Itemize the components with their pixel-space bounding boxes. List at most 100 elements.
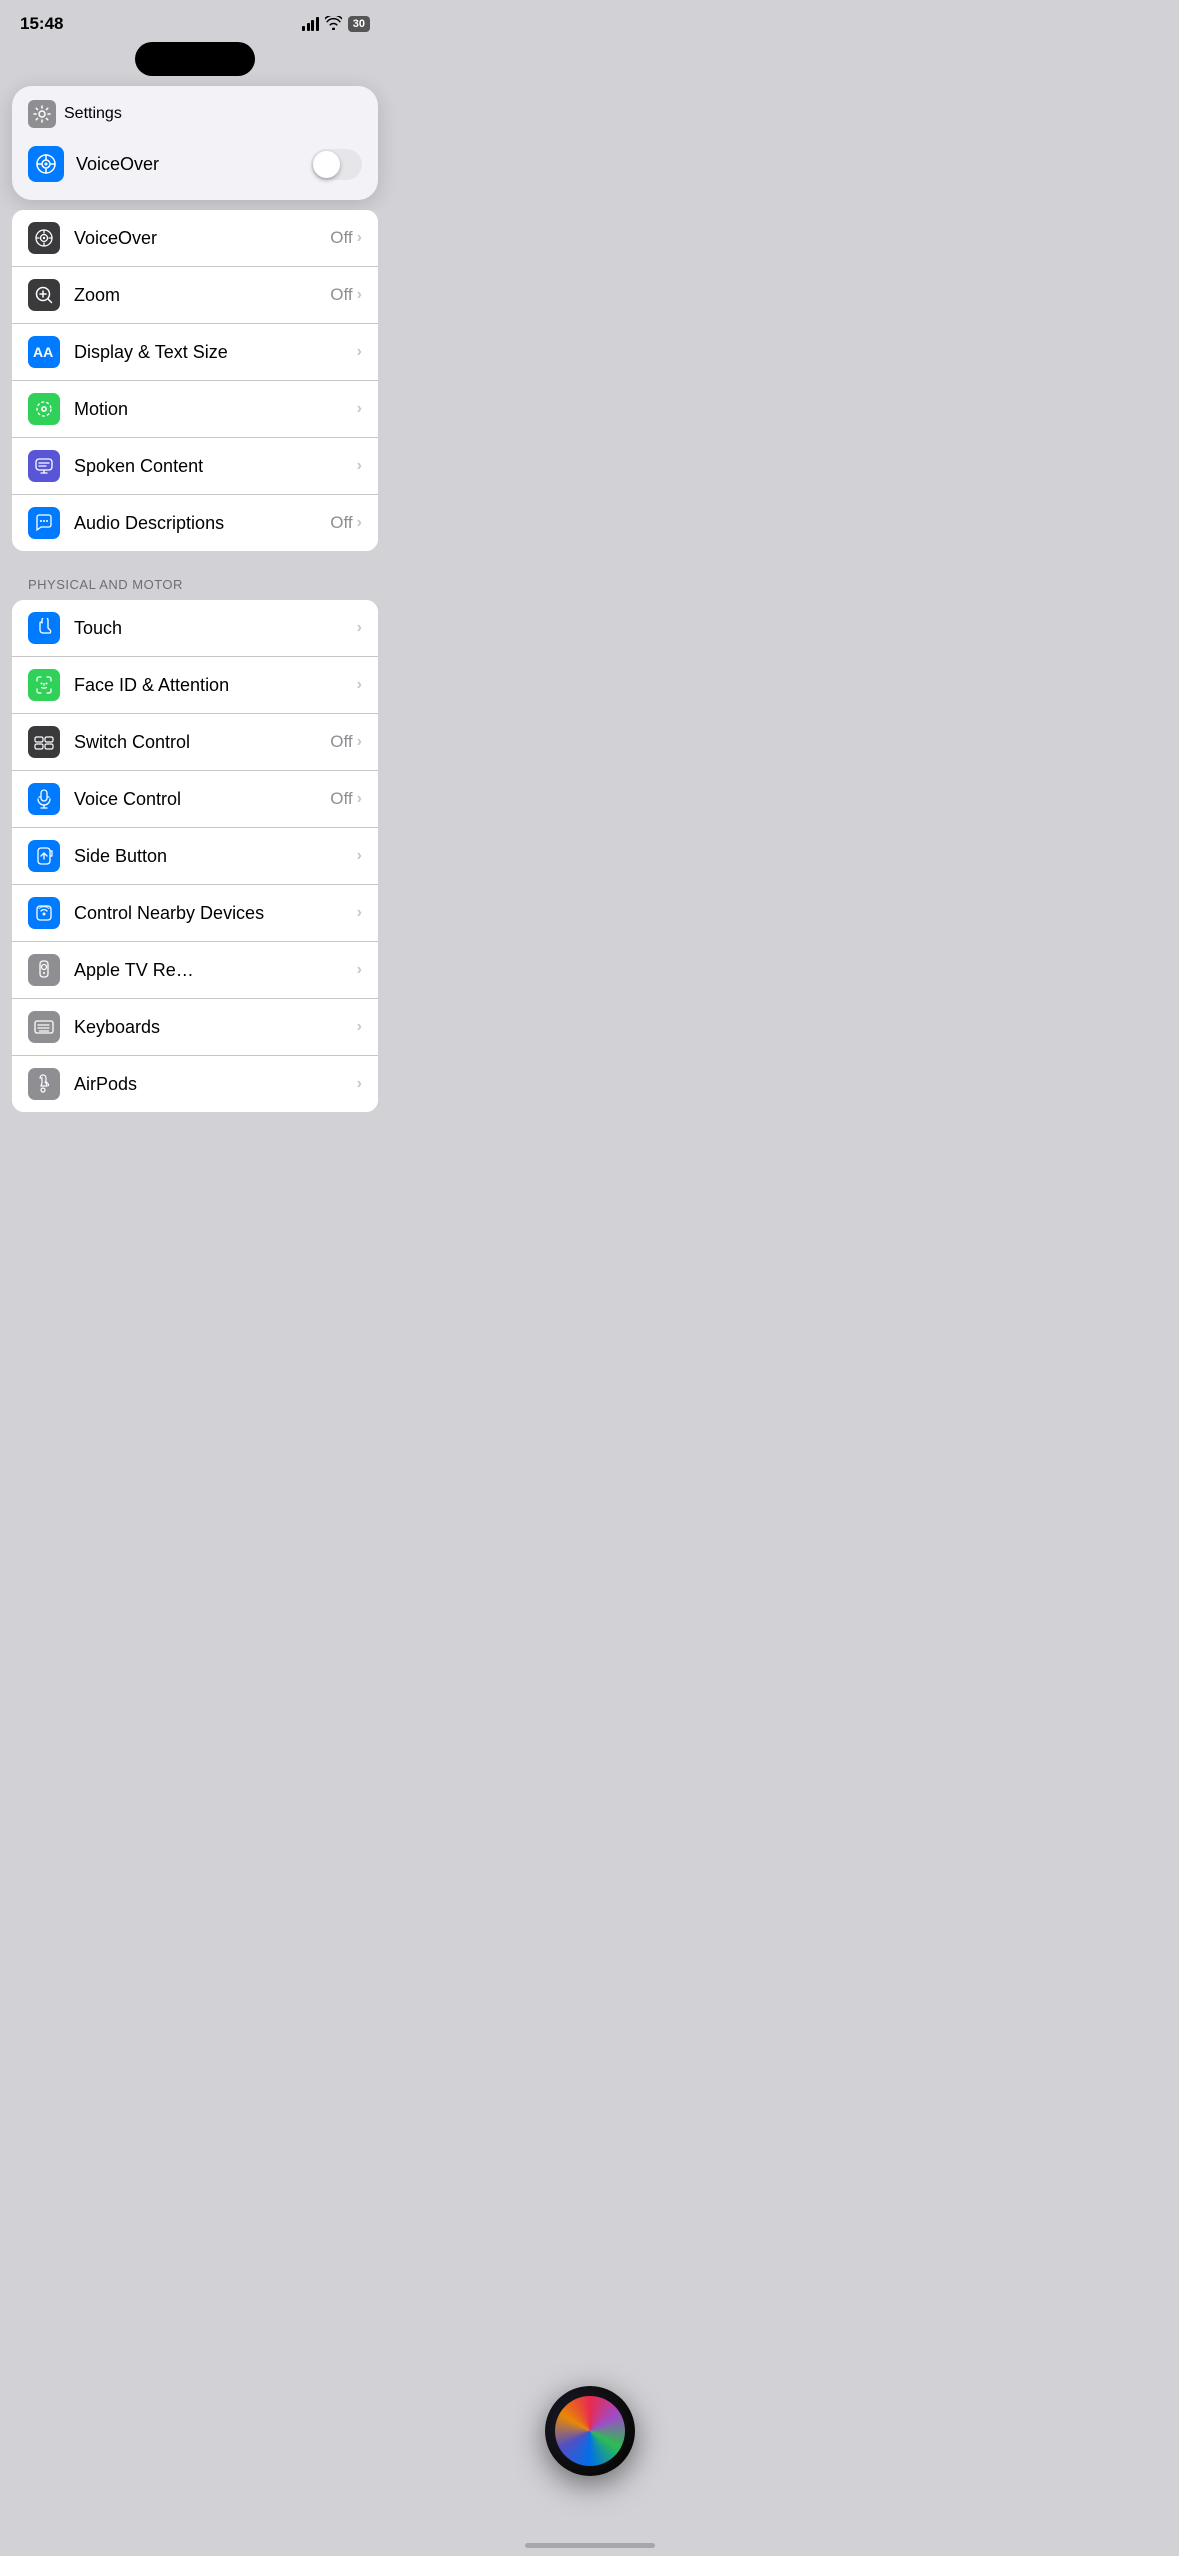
voice-control-icon xyxy=(28,783,60,815)
control-nearby-item-label: Control Nearby Devices xyxy=(74,903,264,924)
apple-tv-item-content: Apple TV Re… › xyxy=(74,960,362,981)
motion-item-content: Motion › xyxy=(74,399,362,420)
vision-section-card: VoiceOver Off › Zoom Off › xyxy=(12,210,378,551)
toggle-knob xyxy=(313,151,340,178)
touch-item-label: Touch xyxy=(74,618,122,639)
motion-chevron: › xyxy=(357,400,362,418)
list-item-touch[interactable]: Touch › xyxy=(12,600,378,657)
settings-header: Settings xyxy=(28,100,362,128)
audio-descriptions-item-value: Off xyxy=(330,513,352,533)
siri-orb[interactable] xyxy=(545,2386,635,2476)
airpods-icon xyxy=(28,1068,60,1100)
airpods-chevron: › xyxy=(357,1075,362,1093)
physical-motor-section-card: Touch › Face ID & Attention xyxy=(12,600,378,1112)
keyboards-item-label: Keyboards xyxy=(74,1017,160,1038)
dynamic-island xyxy=(135,42,255,76)
list-item-switch-control[interactable]: Switch Control Off › xyxy=(12,714,378,771)
side-button-icon xyxy=(28,840,60,872)
side-button-item-content: Side Button › xyxy=(74,846,362,867)
touch-chevron: › xyxy=(357,619,362,637)
voiceover-toggle[interactable] xyxy=(311,149,362,180)
zoom-chevron: › xyxy=(357,286,362,304)
voiceover-list-icon xyxy=(28,222,60,254)
voiceover-item-value: Off xyxy=(330,228,352,248)
audio-descriptions-icon xyxy=(28,507,60,539)
voice-control-item-right: Off › xyxy=(330,789,362,809)
airpods-item-label: AirPods xyxy=(74,1074,137,1095)
apple-tv-item-label: Apple TV Re… xyxy=(74,960,194,981)
battery-icon: 30 xyxy=(348,16,370,32)
list-item-motion[interactable]: Motion › xyxy=(12,381,378,438)
switch-control-item-content: Switch Control Off › xyxy=(74,732,362,753)
voiceover-item-right: Off › xyxy=(330,228,362,248)
voice-control-item-label: Voice Control xyxy=(74,789,181,810)
switch-control-item-right: Off › xyxy=(330,732,362,752)
voiceover-item-content: VoiceOver Off › xyxy=(74,228,362,249)
display-text-icon: AA xyxy=(28,336,60,368)
audio-descriptions-chevron: › xyxy=(357,514,362,532)
face-id-icon xyxy=(28,669,60,701)
voiceover-popup-row[interactable]: VoiceOver xyxy=(28,142,362,186)
motion-icon xyxy=(28,393,60,425)
list-item-keyboards[interactable]: Keyboards › xyxy=(12,999,378,1056)
signal-icon xyxy=(302,17,319,31)
touch-item-content: Touch › xyxy=(74,618,362,639)
list-item-voice-control[interactable]: Voice Control Off › xyxy=(12,771,378,828)
zoom-item-right: Off › xyxy=(330,285,362,305)
settings-gear-icon xyxy=(28,100,56,128)
status-icons: 30 xyxy=(302,16,370,33)
home-indicator xyxy=(525,2543,655,2548)
face-id-item-content: Face ID & Attention › xyxy=(74,675,362,696)
voice-control-item-content: Voice Control Off › xyxy=(74,789,362,810)
list-item-airpods[interactable]: AirPods › xyxy=(12,1056,378,1112)
list-item-face-id[interactable]: Face ID & Attention › xyxy=(12,657,378,714)
zoom-item-label: Zoom xyxy=(74,285,120,306)
list-item-audio-descriptions[interactable]: Audio Descriptions Off › xyxy=(12,495,378,551)
list-item-side-button[interactable]: Side Button › xyxy=(12,828,378,885)
spoken-content-icon xyxy=(28,450,60,482)
side-button-chevron: › xyxy=(357,847,362,865)
voiceover-icon xyxy=(28,146,64,182)
settings-label: Settings xyxy=(64,105,122,123)
list-item-spoken-content[interactable]: Spoken Content › xyxy=(12,438,378,495)
list-item-zoom[interactable]: Zoom Off › xyxy=(12,267,378,324)
list-item-voiceover[interactable]: VoiceOver Off › xyxy=(12,210,378,267)
apple-tv-icon xyxy=(28,954,60,986)
voiceover-chevron: › xyxy=(357,229,362,247)
switch-control-item-label: Switch Control xyxy=(74,732,190,753)
zoom-item-content: Zoom Off › xyxy=(74,285,362,306)
voice-control-item-value: Off xyxy=(330,789,352,809)
display-text-chevron: › xyxy=(357,343,362,361)
motion-item-label: Motion xyxy=(74,399,128,420)
zoom-item-value: Off xyxy=(330,285,352,305)
spoken-content-item-label: Spoken Content xyxy=(74,456,203,477)
keyboards-item-content: Keyboards › xyxy=(74,1017,362,1038)
face-id-item-label: Face ID & Attention xyxy=(74,675,229,696)
audio-descriptions-item-label: Audio Descriptions xyxy=(74,513,224,534)
list-item-control-nearby[interactable]: Control Nearby Devices › xyxy=(12,885,378,942)
voice-control-chevron: › xyxy=(357,790,362,808)
voiceover-left: VoiceOver xyxy=(28,146,159,182)
touch-icon xyxy=(28,612,60,644)
control-nearby-item-content: Control Nearby Devices › xyxy=(74,903,362,924)
keyboards-chevron: › xyxy=(357,1018,362,1036)
airpods-item-content: AirPods › xyxy=(74,1074,362,1095)
list-item-apple-tv[interactable]: Apple TV Re… › xyxy=(12,942,378,999)
control-nearby-chevron: › xyxy=(357,904,362,922)
side-button-item-label: Side Button xyxy=(74,846,167,867)
spoken-content-item-content: Spoken Content › xyxy=(74,456,362,477)
zoom-icon xyxy=(28,279,60,311)
list-item-display-text[interactable]: AA Display & Text Size › xyxy=(12,324,378,381)
display-text-item-label: Display & Text Size xyxy=(74,342,228,363)
audio-descriptions-item-content: Audio Descriptions Off › xyxy=(74,513,362,534)
control-nearby-icon xyxy=(28,897,60,929)
voiceover-item-label: VoiceOver xyxy=(74,228,157,249)
spoken-content-chevron: › xyxy=(357,457,362,475)
apple-tv-chevron: › xyxy=(357,961,362,979)
physical-motor-header: PHYSICAL AND MOTOR xyxy=(12,561,378,600)
status-bar: 15:48 30 xyxy=(0,0,390,42)
keyboards-icon xyxy=(28,1011,60,1043)
status-time: 15:48 xyxy=(20,14,63,34)
switch-control-item-value: Off xyxy=(330,732,352,752)
voiceover-card: Settings VoiceOver xyxy=(12,86,378,200)
